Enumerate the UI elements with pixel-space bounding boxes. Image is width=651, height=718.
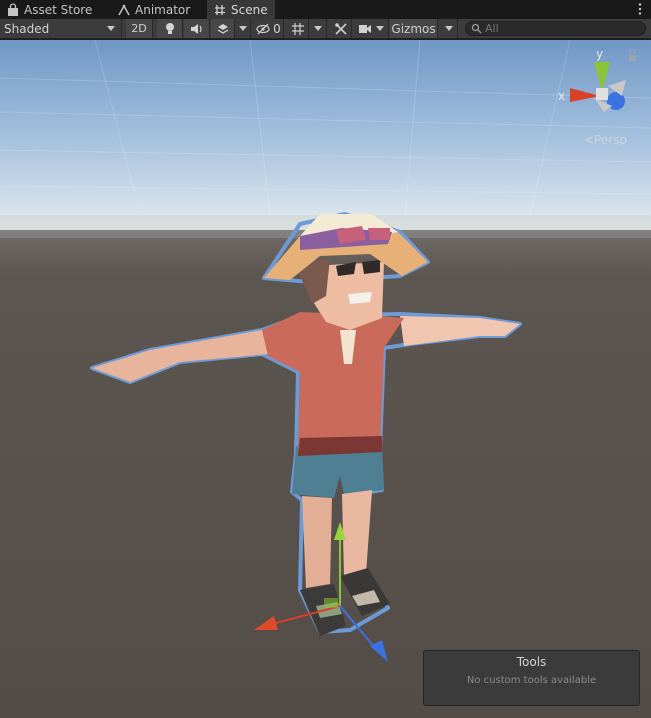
window-tab-bar: Asset Store Animator Scene [0,0,651,19]
gizmos-label: Gizmos [391,21,436,36]
2d-toggle-button[interactable]: 2D [126,19,153,38]
projection-label: Persp [594,133,627,147]
audio-toggle-button[interactable] [184,19,210,38]
lightbulb-icon [165,22,174,34]
left-leg [302,496,332,588]
tab-animator[interactable]: Animator [111,0,204,19]
tab-label: Asset Store [24,2,93,17]
camera-icon [359,24,371,33]
tools-overlay[interactable]: Tools No custom tools available [423,650,640,706]
gizmo-plane-handle[interactable] [324,598,338,608]
tools-toggle-button[interactable] [330,19,352,38]
effects-dropdown[interactable] [235,19,251,38]
lighting-toggle-button[interactable] [157,19,183,38]
tools-overlay-title: Tools [516,655,547,669]
chevron-down-icon [444,26,453,31]
grid-dropdown[interactable] [310,19,327,38]
search-box[interactable] [465,21,646,36]
tab-scene[interactable]: Scene [207,0,275,19]
tools-overlay-message: No custom tools available [466,675,597,686]
2d-label: 2D [131,22,147,35]
shopping-bag-icon [8,2,18,16]
search-icon [471,23,482,34]
gizmos-dropdown[interactable] [440,19,458,38]
more-options-icon[interactable] [637,2,643,16]
orientation-center-cube[interactable] [596,88,608,100]
draw-mode-dropdown[interactable]: Shaded [0,19,122,38]
grid-icon [291,22,304,35]
eye-slash-icon [256,23,270,34]
tab-label: Animator [135,2,191,17]
hidden-objects-count: 0 [273,21,281,36]
search-input[interactable] [485,22,625,35]
skybox [0,40,651,230]
tools-crossed-icon [334,22,347,35]
chevron-down-icon [107,26,115,31]
perspective-icon [584,136,594,144]
gizmos-button[interactable]: Gizmos [390,19,438,38]
chevron-down-icon [376,26,384,31]
orientation-y-label: y [596,47,603,61]
orientation-x-label: x [558,89,565,103]
lock-icon[interactable] [629,55,636,61]
tab-label: Scene [231,2,268,17]
effects-toggle-button[interactable] [211,19,235,38]
tab-asset-store[interactable]: Asset Store [0,0,100,19]
grid-toggle-button[interactable] [287,19,309,38]
scene-visibility-toggle[interactable]: 0 [254,19,284,38]
chevron-down-icon [314,26,322,31]
scene-viewport[interactable]: y x Persp [0,40,651,718]
speaker-icon [190,23,202,34]
layers-effects-icon [217,23,228,34]
draw-mode-label: Shaded [4,21,50,36]
scene-render: y x [0,40,651,718]
camera-settings-dropdown[interactable] [355,19,389,38]
animator-icon [118,3,130,15]
projection-toggle[interactable]: Persp [584,133,627,147]
chevron-down-icon [238,26,247,31]
grid-hash-icon [215,4,225,15]
